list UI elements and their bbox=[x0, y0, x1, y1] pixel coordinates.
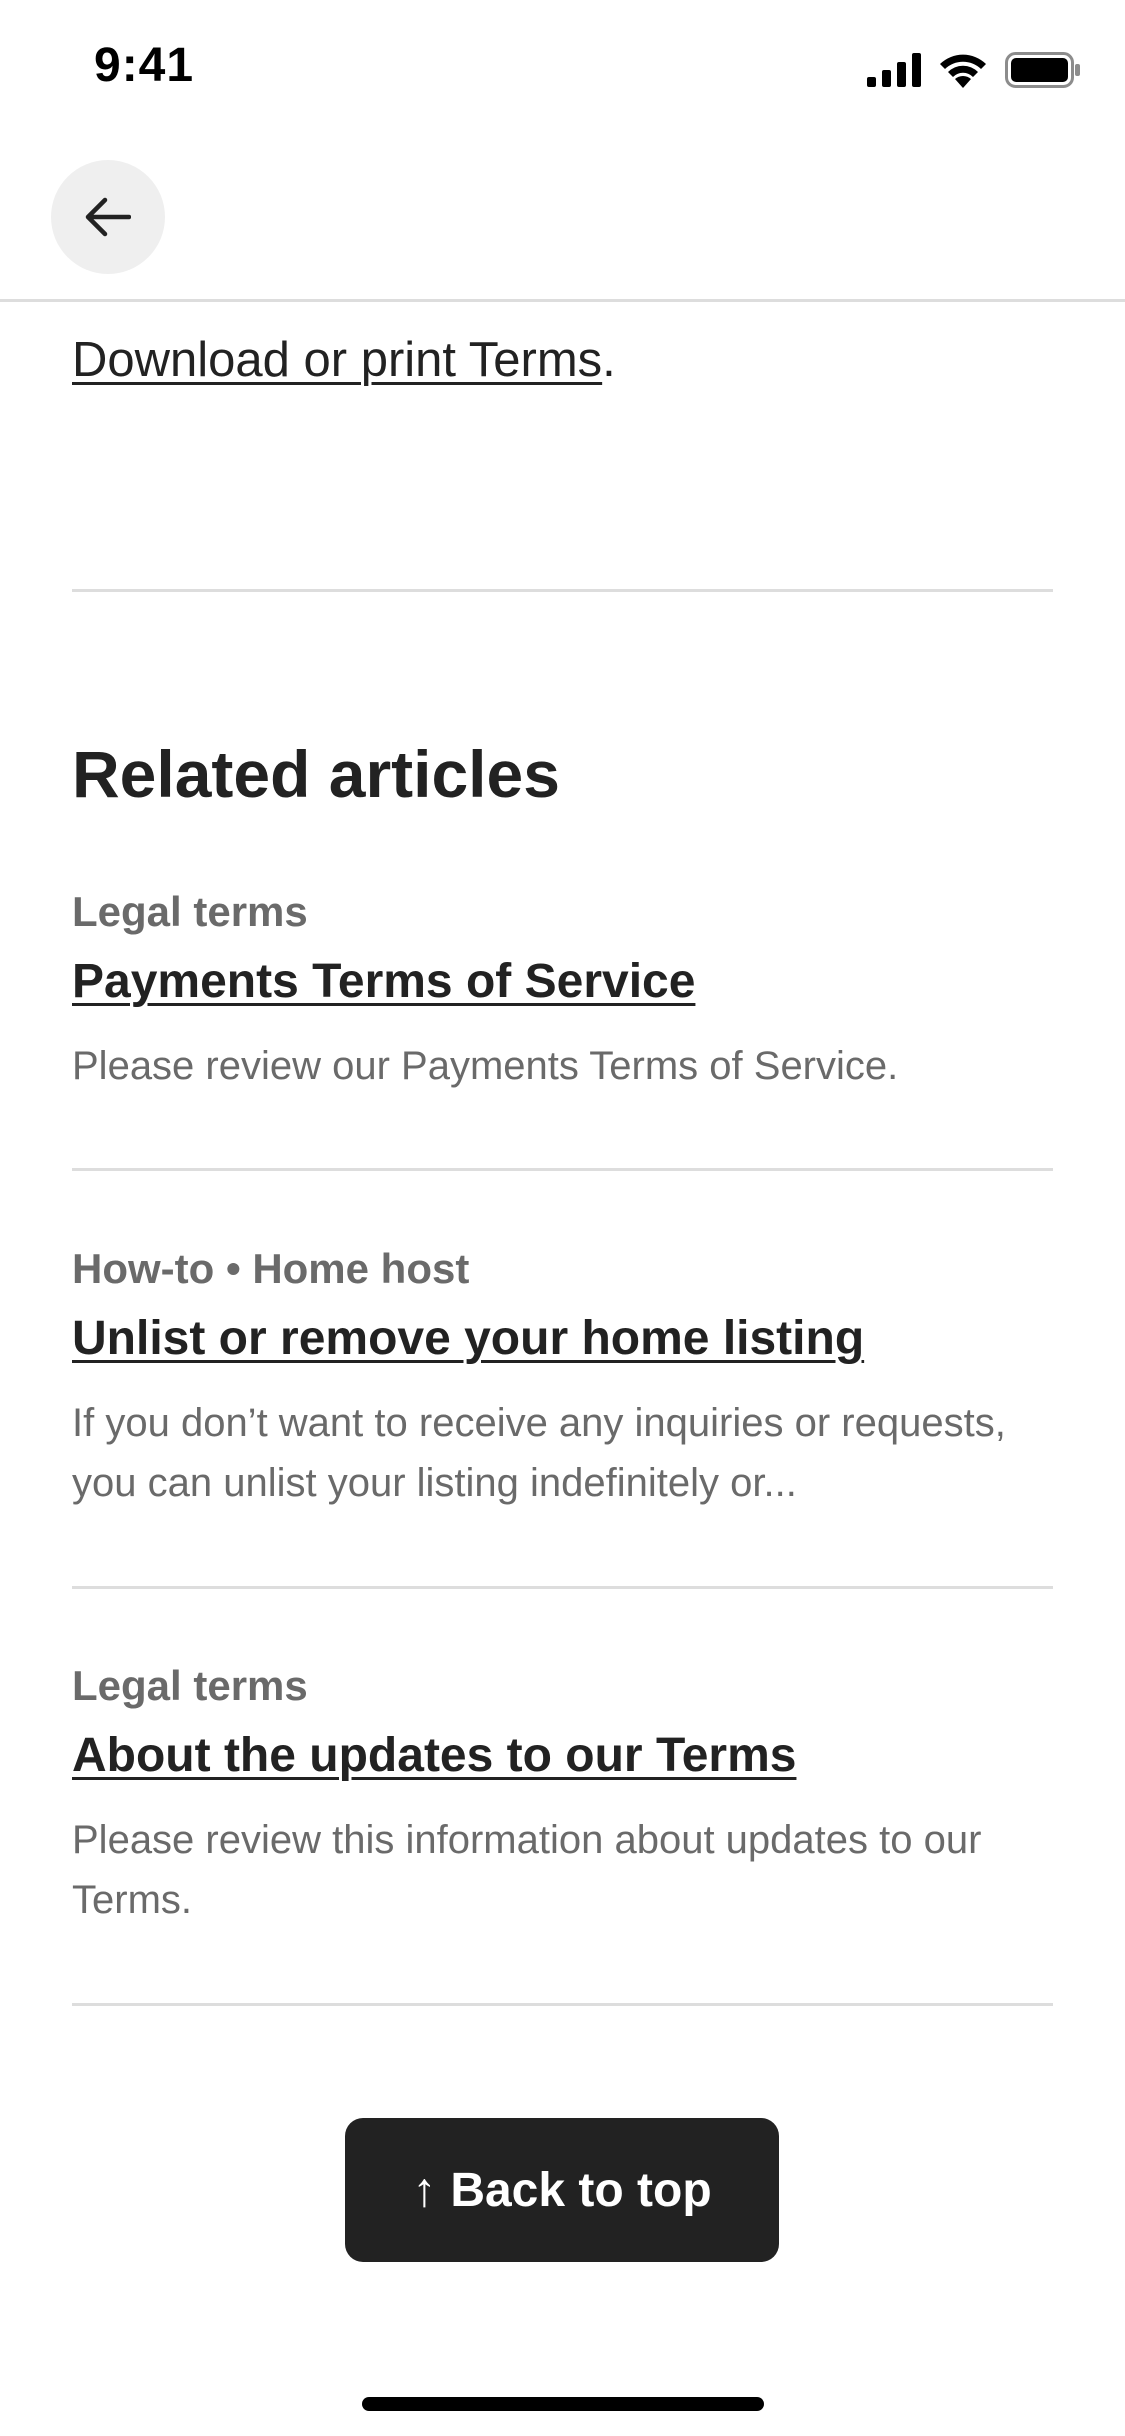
divider bbox=[72, 589, 1053, 592]
article-title-link[interactable]: Payments Terms of Service bbox=[72, 954, 695, 1009]
article-title-link[interactable]: Unlist or remove your home listing bbox=[72, 1311, 864, 1366]
nav-bar bbox=[0, 140, 1125, 302]
divider bbox=[72, 2003, 1053, 2006]
back-to-top-button[interactable]: ↑ Back to top bbox=[345, 2118, 779, 2262]
article-description: Please review our Payments Terms of Serv… bbox=[72, 1044, 899, 1088]
article-description: Please review this information about upd… bbox=[72, 1818, 982, 1922]
wifi-icon bbox=[940, 54, 986, 88]
article-category: How-to • Home host bbox=[72, 1245, 470, 1292]
download-terms-link[interactable]: Download or print Terms bbox=[72, 333, 602, 387]
arrow-left-icon bbox=[85, 197, 131, 237]
arrow-up-icon: ↑ bbox=[412, 2163, 437, 2217]
back-button[interactable] bbox=[51, 160, 165, 274]
article-category: Legal terms bbox=[72, 888, 308, 935]
related-articles-title: Related articles bbox=[72, 737, 560, 811]
back-to-top-label: Back to top bbox=[450, 2163, 712, 2217]
article-description: If you don’t want to receive any inquiri… bbox=[72, 1401, 1006, 1505]
status-time: 9:41 bbox=[94, 39, 195, 92]
divider bbox=[72, 1586, 1053, 1589]
article-category: Legal terms bbox=[72, 1662, 308, 1709]
divider bbox=[72, 1168, 1053, 1171]
status-icons bbox=[867, 50, 1081, 90]
download-suffix: . bbox=[602, 333, 616, 387]
battery-icon bbox=[1005, 52, 1080, 88]
home-indicator[interactable] bbox=[362, 2397, 764, 2411]
status-bar: 9:41 bbox=[0, 0, 1125, 140]
download-line: Download or print Terms. bbox=[72, 332, 616, 388]
article-title-link[interactable]: About the updates to our Terms bbox=[72, 1728, 796, 1783]
cellular-signal-icon bbox=[867, 53, 921, 87]
